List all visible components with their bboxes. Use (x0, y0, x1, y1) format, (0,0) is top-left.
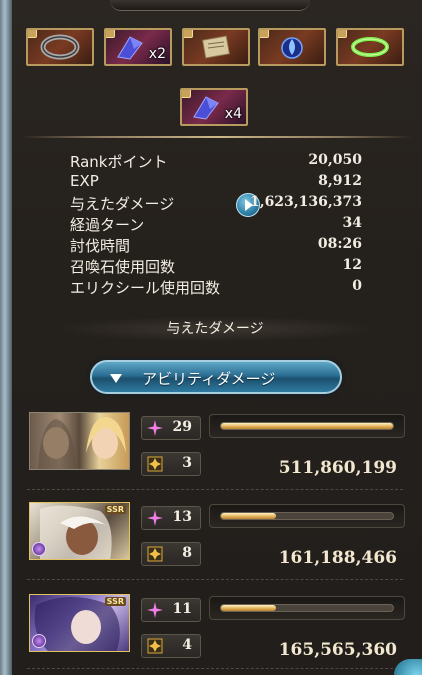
stat-label-damage: 与えたダメージ (70, 195, 175, 213)
reward-item-halo[interactable] (336, 28, 404, 66)
damage-value: 161,188,466 (278, 548, 397, 568)
rarity-badge: SSR (104, 597, 126, 606)
ability-damage-dropdown[interactable]: アビリティダメージ (90, 360, 342, 394)
scroll-icon (202, 35, 230, 59)
stat-value-rank-points: 20,050 (308, 152, 362, 168)
stat-value-summons: 12 (342, 257, 362, 273)
damage-bar-track (220, 604, 394, 612)
stat-label-rank-points: Rankポイント (70, 153, 168, 171)
ability-damage-label: アビリティダメージ (142, 370, 276, 388)
row-divider (27, 668, 403, 669)
ability-count: 4 (182, 637, 192, 653)
stat-label-turns: 経過ターン (70, 216, 145, 234)
character-row: SSR 11 4 165,565,360 (27, 594, 405, 670)
ability-burst-icon (147, 638, 163, 654)
stat-value-time: 08:26 (317, 236, 362, 252)
element-icon (32, 634, 46, 648)
hit-count-chip: 11 (141, 598, 201, 622)
damage-bar-fill (221, 423, 393, 429)
portrait-art (38, 417, 126, 469)
damage-bar-fill (221, 605, 277, 611)
damage-value: 511,860,199 (278, 458, 397, 478)
reward-badge-icon (184, 30, 193, 38)
character-row: SSR 13 8 161,188,466 (27, 502, 405, 578)
blue-crystal-icon (117, 36, 143, 60)
chevron-down-icon (110, 374, 122, 383)
hit-count: 29 (172, 419, 192, 435)
row-divider (27, 579, 403, 580)
character-portrait[interactable] (29, 412, 130, 470)
reward-badge-icon (338, 30, 347, 38)
section-title: 与えたダメージ (50, 316, 380, 342)
stat-value-elixir: 0 (352, 278, 362, 294)
reward-item-scroll[interactable] (182, 28, 250, 66)
ability-count-chip: 4 (141, 634, 201, 658)
stat-label-elixir: エリクシール使用回数 (70, 279, 221, 297)
ability-count-chip: 3 (141, 452, 201, 476)
reward-badge-icon (260, 30, 269, 38)
ability-burst-icon (147, 456, 163, 472)
left-frame (0, 0, 12, 675)
damage-bar (209, 596, 405, 620)
damage-bar-track (220, 512, 394, 520)
stat-value-damage: 1,623,136,373 (249, 194, 362, 210)
ring-icon (40, 34, 80, 60)
blue-crystal-icon (193, 96, 219, 120)
hit-count: 13 (172, 509, 192, 525)
reward-qty: x4 (224, 106, 242, 122)
ability-count: 3 (182, 455, 192, 471)
stat-value-exp: 8,912 (318, 173, 362, 189)
reward-badge-icon (28, 30, 37, 38)
damage-bar (209, 414, 405, 438)
sparkle-icon (147, 420, 163, 436)
ability-count: 8 (182, 545, 192, 561)
hit-count-chip: 29 (141, 416, 201, 440)
reward-item-ring[interactable] (26, 28, 94, 66)
row-divider (27, 489, 403, 490)
stat-label-summons: 召喚石使用回数 (70, 258, 176, 276)
character-portrait[interactable]: SSR (29, 502, 130, 560)
top-banner (110, 0, 310, 11)
sparkle-icon (147, 510, 163, 526)
stat-label-exp: EXP (70, 172, 99, 190)
damage-value: 165,565,360 (278, 640, 397, 660)
reward-qty: x2 (148, 46, 166, 62)
ability-burst-icon (147, 546, 163, 562)
rarity-badge: SSR (104, 505, 126, 514)
stat-value-turns: 34 (342, 215, 362, 231)
reward-item-crystal[interactable]: x4 (180, 88, 248, 126)
green-halo-icon (351, 37, 389, 57)
damage-bar (209, 504, 405, 528)
reward-item-crystal[interactable]: x2 (104, 28, 172, 66)
blue-flame-orb-icon (281, 37, 303, 59)
reward-item-orb[interactable] (258, 28, 326, 66)
divider (22, 136, 412, 138)
character-row: 29 3 511,860,199 (27, 412, 405, 488)
damage-bar-fill (221, 513, 277, 519)
stat-label-time: 討伐時間 (70, 237, 131, 255)
sparkle-icon (147, 602, 163, 618)
hit-count-chip: 13 (141, 506, 201, 530)
ability-count-chip: 8 (141, 542, 201, 566)
element-icon (32, 542, 46, 556)
hit-count: 11 (172, 601, 192, 617)
character-portrait[interactable]: SSR (29, 594, 130, 652)
damage-bar-track (220, 422, 394, 430)
